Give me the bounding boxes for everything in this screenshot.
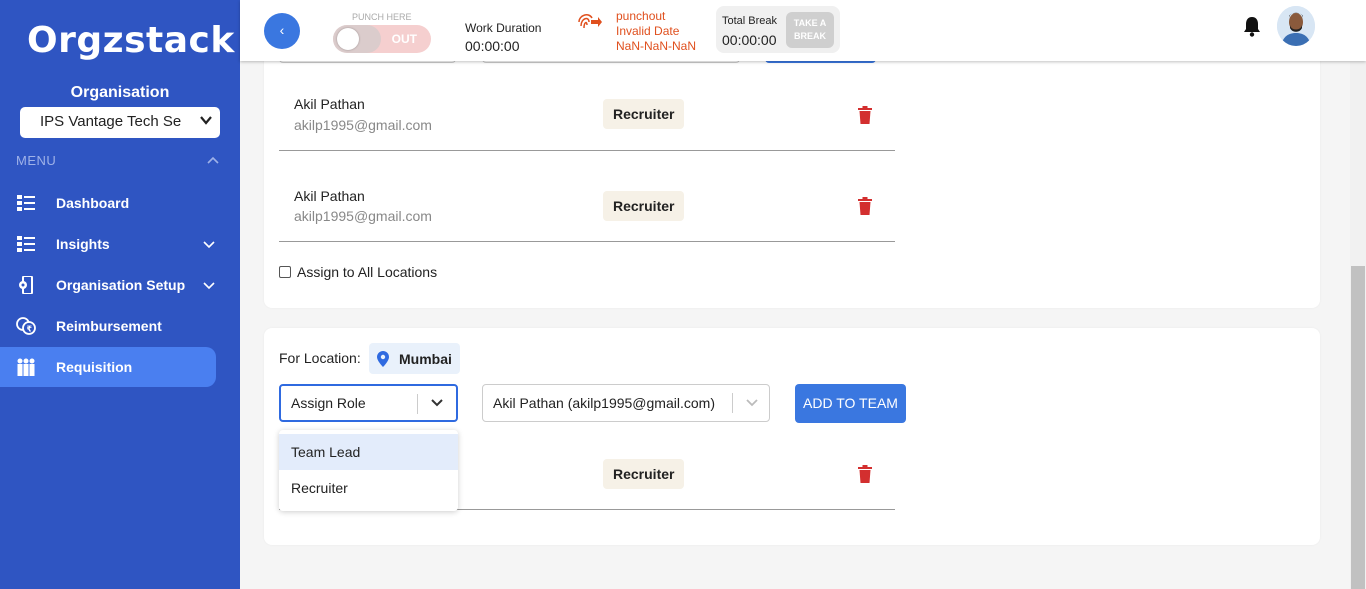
requisition-icon bbox=[16, 357, 36, 377]
sidebar-item-organisation-setup[interactable]: Organisation Setup bbox=[0, 265, 216, 305]
trash-icon[interactable] bbox=[858, 197, 872, 215]
assign-role-select[interactable]: Assign Role bbox=[279, 384, 458, 422]
app-logo[interactable]: Orgzstack bbox=[27, 20, 235, 61]
chevron-down-icon[interactable] bbox=[430, 396, 444, 410]
map-pin-icon bbox=[377, 350, 389, 367]
select-separator bbox=[417, 394, 418, 414]
sidebar-item-label: Organisation Setup bbox=[56, 277, 186, 293]
avatar[interactable] bbox=[1277, 6, 1315, 46]
member-name: Akil Pathan bbox=[294, 188, 365, 204]
sidebar-item-label: Insights bbox=[56, 236, 110, 252]
chevron-down-icon bbox=[203, 241, 215, 249]
total-break-label: Total Break bbox=[722, 15, 778, 27]
member-email: akilp1995@gmail.com bbox=[294, 208, 432, 224]
select-separator bbox=[732, 393, 733, 413]
role-badge: Recruiter bbox=[603, 191, 685, 221]
organisation-label: Organisation bbox=[70, 84, 170, 101]
reimbursement-icon: ₹ bbox=[16, 316, 36, 336]
punchout-status: punchout Invalid Date NaN-NaN-NaN bbox=[616, 9, 697, 53]
topbar: ‹ PUNCH HERE OUT Work Duration 00:00:00 … bbox=[240, 0, 1366, 61]
punch-here-label: PUNCH HERE bbox=[352, 12, 412, 22]
dropdown-option-recruiter[interactable]: Recruiter bbox=[279, 470, 458, 506]
member-name: Akil Pathan bbox=[294, 96, 365, 112]
role-badge: Recruiter bbox=[603, 99, 685, 129]
dashboard-icon bbox=[16, 193, 36, 213]
sidebar-item-reimbursement[interactable]: ₹ Reimbursement bbox=[0, 306, 216, 346]
location-chip: Mumbai bbox=[369, 343, 460, 374]
trash-icon[interactable] bbox=[858, 465, 872, 483]
take-break-button[interactable]: TAKE A BREAK bbox=[786, 12, 834, 48]
total-break-value: 00:00:00 bbox=[722, 32, 777, 48]
punch-toggle[interactable]: OUT bbox=[333, 25, 431, 53]
location-name: Mumbai bbox=[399, 350, 452, 367]
sidebar-item-label: Dashboard bbox=[56, 195, 130, 211]
sidebar-item-dashboard[interactable]: Dashboard bbox=[0, 183, 216, 223]
organisation-select[interactable]: IPS Vantage Tech Se bbox=[20, 107, 220, 138]
member-select-value: Akil Pathan (akilp1995@gmail.com) bbox=[493, 395, 715, 411]
sidebar-item-insights[interactable]: Insights bbox=[0, 224, 216, 264]
chevron-up-icon[interactable] bbox=[206, 153, 220, 167]
sidebar-item-label: Requisition bbox=[56, 359, 133, 375]
table-row: Akil Pathan akilp1995@gmail.com Recruite… bbox=[279, 150, 895, 242]
member-select[interactable]: Akil Pathan (akilp1995@gmail.com) bbox=[482, 384, 770, 422]
insights-icon bbox=[16, 234, 36, 254]
role-badge: Recruiter bbox=[603, 459, 685, 489]
assign-role-dropdown: Team Lead Recruiter bbox=[279, 430, 458, 511]
bell-icon[interactable] bbox=[1242, 15, 1262, 37]
assign-all-locations[interactable]: Assign to All Locations bbox=[279, 264, 437, 280]
punch-state-label: OUT bbox=[391, 32, 417, 46]
chevron-down-icon bbox=[203, 282, 215, 290]
fingerprint-icon bbox=[578, 14, 602, 29]
for-location-label: For Location: bbox=[279, 350, 361, 366]
assign-all-label: Assign to All Locations bbox=[297, 264, 438, 280]
total-break-box: Total Break 00:00:00 TAKE A BREAK bbox=[716, 6, 840, 53]
sidebar-item-label: Reimbursement bbox=[56, 318, 162, 334]
chevron-down-icon bbox=[200, 116, 212, 125]
assign-all-checkbox[interactable] bbox=[279, 266, 291, 278]
punch-toggle-knob bbox=[337, 28, 359, 50]
assign-role-value: Assign Role bbox=[291, 395, 366, 411]
dropdown-option-team-lead[interactable]: Team Lead bbox=[279, 434, 458, 470]
table-row: Akil Pathan akilp1995@gmail.com Recruite… bbox=[279, 59, 895, 151]
menu-label: MENU bbox=[16, 153, 57, 168]
svg-text:₹: ₹ bbox=[27, 325, 33, 334]
organisation-setup-icon bbox=[16, 275, 36, 295]
user-avatar-icon bbox=[1277, 6, 1315, 46]
chevron-down-icon[interactable] bbox=[745, 396, 759, 410]
collapse-sidebar-button[interactable]: ‹ bbox=[264, 13, 300, 49]
scrollbar-thumb[interactable] bbox=[1351, 266, 1365, 589]
member-email: akilp1995@gmail.com bbox=[294, 117, 432, 133]
work-duration-value: 00:00:00 bbox=[465, 38, 520, 54]
sidebar-item-requisition[interactable]: Requisition bbox=[0, 347, 216, 387]
work-duration-label: Work Duration bbox=[465, 21, 542, 35]
trash-icon[interactable] bbox=[858, 106, 872, 124]
sidebar: Orgzstack Organisation IPS Vantage Tech … bbox=[0, 0, 240, 589]
organisation-select-value: IPS Vantage Tech Se bbox=[40, 113, 182, 130]
